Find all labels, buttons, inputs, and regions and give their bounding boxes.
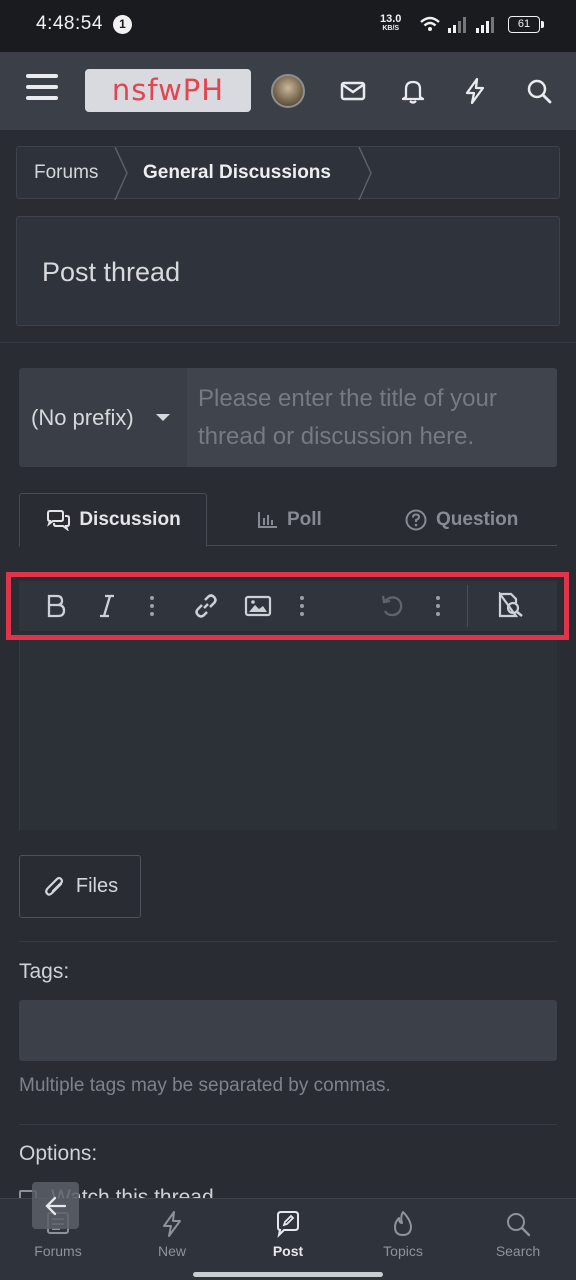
attach-files-button[interactable]: Files: [19, 855, 141, 918]
prefix-selected-value: (No prefix): [31, 405, 134, 430]
bolt-icon[interactable]: [460, 76, 490, 106]
question-circle-icon: [405, 509, 427, 530]
nav-post[interactable]: Post: [238, 1209, 338, 1259]
fire-icon: [394, 1211, 412, 1236]
tab-poll[interactable]: Poll: [257, 493, 322, 546]
comments-icon: [47, 510, 71, 531]
breadcrumb-separator-icon: [358, 147, 372, 200]
caret-down-icon: [156, 414, 170, 421]
thread-title-input[interactable]: [187, 368, 557, 467]
thread-type-tabs: Discussion Poll Question: [19, 493, 557, 547]
tab-discussion-label: Discussion: [79, 509, 181, 530]
toolbar-highlight: [6, 572, 569, 640]
net-speed-unit: KB/S: [382, 25, 400, 32]
breadcrumb-general-discussions[interactable]: General Discussions: [143, 162, 331, 184]
chart-icon: [258, 511, 277, 528]
battery-indicator: 61: [508, 16, 544, 33]
arrow-left-icon: [44, 1196, 66, 1215]
nav-post-label: Post: [272, 1243, 304, 1259]
divider: [19, 1124, 557, 1125]
search-icon[interactable]: [524, 76, 554, 106]
home-indicator[interactable]: [193, 1272, 383, 1277]
nav-search-label: Search: [495, 1243, 541, 1259]
menu-icon[interactable]: [26, 74, 58, 104]
divider: [19, 941, 557, 942]
nav-new[interactable]: New: [122, 1209, 222, 1259]
mail-icon[interactable]: [338, 76, 368, 106]
bell-icon[interactable]: [398, 76, 428, 106]
page-title-box: Post thread: [16, 216, 560, 326]
nav-topics[interactable]: Topics: [353, 1209, 453, 1259]
nav-new-label: New: [157, 1243, 186, 1259]
signal-icons: [418, 14, 498, 41]
files-button-label: Files: [75, 875, 119, 897]
tab-discussion[interactable]: Discussion: [19, 493, 207, 547]
post-icon: [277, 1211, 299, 1239]
message-editor[interactable]: [19, 640, 557, 830]
tab-poll-label: Poll: [287, 508, 322, 530]
site-logo[interactable]: nsfwPH: [85, 69, 251, 112]
page-title: Post thread: [42, 257, 181, 287]
site-header: nsfwPH: [0, 52, 576, 130]
bolt-icon: [163, 1211, 181, 1237]
tab-question[interactable]: Question: [404, 493, 518, 546]
bottom-navigation: Forums New Post Topics Search: [0, 1198, 576, 1280]
status-time: 4:48:54: [36, 13, 103, 34]
avatar[interactable]: [271, 74, 305, 108]
nav-forums-label: Forums: [34, 1243, 82, 1259]
back-button[interactable]: [32, 1182, 79, 1229]
nav-topics-label: Topics: [383, 1243, 423, 1259]
prefix-select[interactable]: (No prefix): [19, 368, 187, 467]
status-bar: 4:48:54 1 13.0 KB/S 61: [0, 0, 576, 52]
tags-input[interactable]: [19, 1000, 557, 1061]
breadcrumb: Forums General Discussions: [16, 146, 560, 200]
tags-hint: Multiple tags may be separated by commas…: [19, 1075, 391, 1096]
tab-question-label: Question: [436, 508, 519, 530]
nav-search[interactable]: Search: [468, 1209, 568, 1259]
paperclip-icon: [44, 876, 63, 896]
breadcrumb-forums[interactable]: Forums: [34, 162, 98, 184]
net-speed: 13.0 KB/S: [380, 14, 401, 34]
options-label: Options:: [19, 1142, 98, 1165]
tags-label: Tags:: [19, 960, 70, 983]
notification-badge: 1: [113, 15, 132, 34]
wifi-signal-icon: [420, 16, 494, 33]
search-icon: [507, 1213, 531, 1237]
divider: [0, 342, 576, 343]
breadcrumb-separator-icon: [114, 147, 128, 200]
